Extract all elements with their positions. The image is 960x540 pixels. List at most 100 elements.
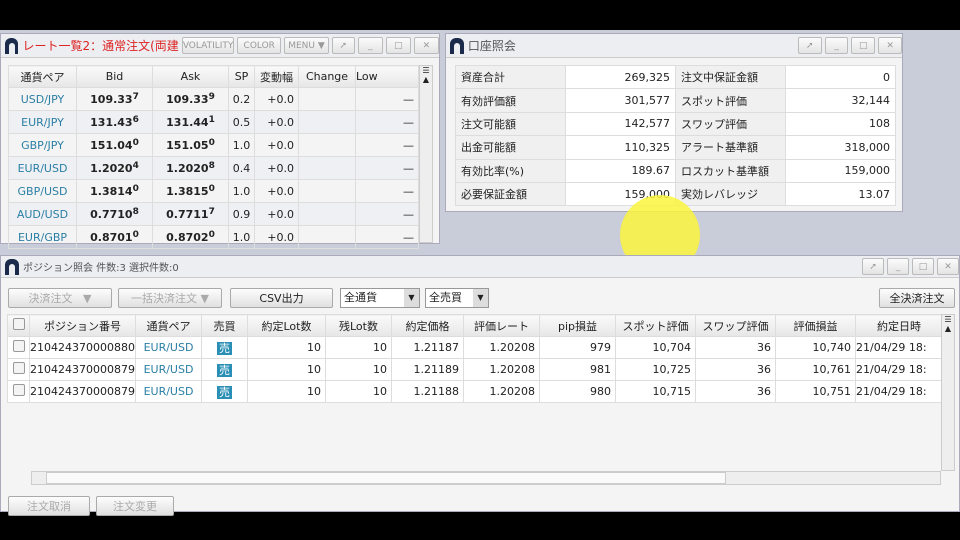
maximize-icon[interactable]: □ [385, 37, 411, 54]
change [298, 156, 356, 180]
account-table: 資産合計 269,325 注文中保証金額 0 有効評価額 301,577 スポッ… [455, 64, 896, 207]
pair: GBP/JPY [8, 133, 77, 157]
minimize-icon[interactable]: _ [357, 37, 383, 54]
cell: 36 [695, 380, 776, 403]
ask-price[interactable]: 109.339 [152, 87, 229, 111]
volatility-button[interactable]: VOLATILITY [182, 37, 235, 54]
pin-icon[interactable]: ➚ [862, 258, 885, 275]
currency-filter-select[interactable]: 全通貨 ▼ [340, 288, 420, 308]
col-header[interactable]: ポジション番号 [29, 314, 136, 337]
vertical-scrollbar[interactable]: ☰ ▲ [941, 314, 955, 471]
horizontal-scrollbar[interactable] [31, 471, 941, 485]
bulk-settle-dropdown[interactable]: 一括決済注文 ▼ [118, 288, 222, 308]
rate-row[interactable]: AUD/USD 0.77108 0.77117 0.9 +0.0 — [8, 202, 419, 226]
pair: AUD/USD [8, 202, 77, 226]
label: 注文可能額 [455, 111, 566, 137]
col-header[interactable]: 売買 [201, 314, 248, 337]
color-button[interactable]: COLOR [237, 37, 282, 54]
value: 13.07 [785, 181, 896, 207]
csv-export-button[interactable]: CSV出力 [230, 288, 333, 308]
rate-row[interactable]: GBP/USD 1.38140 1.38150 1.0 +0.0 — [8, 179, 419, 203]
label: 出金可能額 [455, 135, 566, 160]
cell: 980 [539, 380, 616, 403]
ask-main: 151.05 [166, 139, 209, 152]
ask-price[interactable]: 151.050 [152, 133, 229, 157]
bid-price[interactable]: 109.337 [76, 87, 153, 111]
pair: EUR/USD [8, 156, 77, 180]
col-ask[interactable]: Ask [152, 65, 229, 88]
spread: 0.4 [228, 156, 255, 180]
maximize-icon[interactable]: □ [912, 258, 935, 275]
rate-row[interactable]: EUR/USD 1.20204 1.20208 0.4 +0.0 — [8, 156, 419, 180]
col-bid[interactable]: Bid [76, 65, 153, 88]
col-range[interactable]: 変動幅 [254, 65, 299, 88]
bid-price[interactable]: 1.38140 [76, 179, 153, 203]
ask-price[interactable]: 1.20208 [152, 156, 229, 180]
minimize-icon[interactable]: _ [887, 258, 910, 275]
row-checkbox[interactable] [7, 358, 30, 381]
select-all-checkbox[interactable] [7, 314, 30, 337]
ask-price[interactable]: 131.441 [152, 110, 229, 134]
pin-icon[interactable]: ➚ [797, 37, 822, 54]
col-change[interactable]: Change [298, 65, 356, 88]
cell: 981 [539, 358, 616, 381]
cell: 1.20208 [463, 380, 540, 403]
bid-price[interactable]: 131.436 [76, 110, 153, 134]
rate-row[interactable]: EUR/GBP 0.87010 0.87020 1.0 +0.0 — [8, 225, 419, 249]
row-checkbox[interactable] [7, 336, 30, 359]
rate-row[interactable]: GBP/JPY 151.040 151.050 1.0 +0.0 — [8, 133, 419, 157]
window-title: レート一覧2：通常注文(両建 [22, 39, 179, 53]
close-icon[interactable]: ✕ [413, 37, 439, 54]
col-header[interactable]: pip損益 [539, 314, 616, 337]
minimize-icon[interactable]: _ [824, 37, 849, 54]
col-low[interactable]: Low [355, 65, 419, 88]
col-header[interactable]: 評価レート [463, 314, 540, 337]
rate-row[interactable]: EUR/JPY 131.436 131.441 0.5 +0.0 — [8, 110, 419, 134]
col-header[interactable]: 約定Lot数 [247, 314, 326, 337]
col-header[interactable]: スポット評価 [615, 314, 696, 337]
close-icon[interactable]: ✕ [878, 37, 902, 54]
close-icon[interactable]: ✕ [937, 258, 959, 275]
ask-price[interactable]: 1.38150 [152, 179, 229, 203]
settle-all-button[interactable]: 全決済注文 [879, 288, 955, 308]
trade-time: 21/04/29 18: [855, 336, 943, 359]
bid-price[interactable]: 0.77108 [76, 202, 153, 226]
scrollbar[interactable]: ☰ ▲ [419, 65, 433, 243]
ask-price[interactable]: 0.87020 [152, 225, 229, 249]
ask-main: 1.3815 [166, 185, 209, 198]
menu-button[interactable]: MENU ▼ [284, 37, 329, 54]
position-row[interactable]: 2104243700008798 EUR/USD 売 10 10 1.21188 1.202… [7, 380, 943, 403]
bid-price[interactable]: 1.20204 [76, 156, 153, 180]
ask-price[interactable]: 0.77117 [152, 202, 229, 226]
col-header[interactable]: 約定日時 [855, 314, 943, 337]
col-header[interactable]: 通貨ペア [135, 314, 202, 337]
ask-pip: 9 [208, 92, 215, 102]
sell-label: 売 [217, 341, 232, 355]
row-checkbox[interactable] [7, 380, 30, 403]
rate-row[interactable]: USD/JPY 109.337 109.339 0.2 +0.0 — [8, 87, 419, 111]
maximize-icon[interactable]: □ [851, 37, 876, 54]
bid-price[interactable]: 151.040 [76, 133, 153, 157]
col-pair[interactable]: 通貨ペア [8, 65, 77, 88]
app-logo-icon [5, 37, 19, 54]
low: — [355, 156, 419, 180]
sell-label: 売 [217, 385, 232, 399]
col-header[interactable]: 評価損益 [775, 314, 856, 337]
cell: 10,761 [775, 358, 856, 381]
col-header[interactable]: スワップ評価 [695, 314, 776, 337]
position-row[interactable]: 2104243700008799 EUR/USD 売 10 10 1.21189 1.202… [7, 358, 943, 381]
col-header[interactable]: 残Lot数 [325, 314, 392, 337]
position-row[interactable]: 2104243700008800 EUR/USD 売 10 10 1.21187 1.202… [7, 336, 943, 359]
bid-price[interactable]: 0.87010 [76, 225, 153, 249]
pair: EUR/USD [135, 336, 202, 359]
cell: 10,715 [615, 380, 696, 403]
settle-order-dropdown[interactable]: 決済注文 ▼ [8, 288, 112, 308]
side-filter-select[interactable]: 全売買 ▼ [425, 288, 489, 308]
col-sp[interactable]: SP [228, 65, 255, 88]
col-header[interactable]: 約定価格 [391, 314, 464, 337]
pair: EUR/JPY [8, 110, 77, 134]
cancel-order-button[interactable]: 注文取消 [8, 496, 90, 516]
modify-order-button[interactable]: 注文変更 [96, 496, 174, 516]
label: 一括決済注文 [131, 292, 198, 305]
pin-icon[interactable]: ➚ [331, 37, 355, 54]
